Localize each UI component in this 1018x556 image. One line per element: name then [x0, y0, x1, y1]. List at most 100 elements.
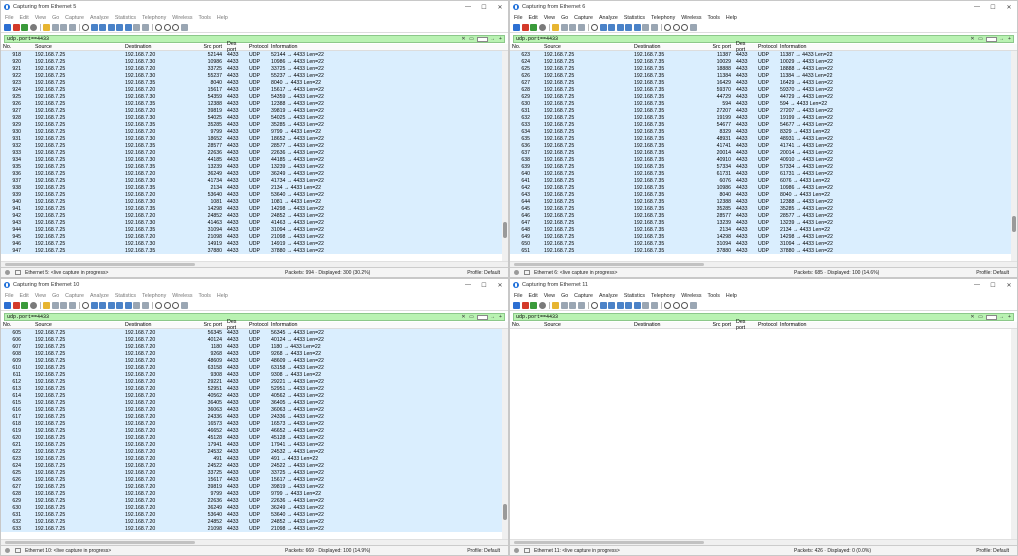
capture-options-icon[interactable] — [29, 23, 37, 31]
packet-row[interactable]: 609 192.168.7.25 192.168.7.20 48609 4433 UDP 4… — [1, 357, 508, 364]
packet-row[interactable]: 641 192.168.7.25 192.168.7.35 6076 4433 UDP 60… — [510, 177, 1017, 184]
packet-row[interactable]: 943 192.168.7.25 192.168.7.30 41463 4433 UDP 4… — [1, 219, 508, 226]
vertical-scrollbar[interactable] — [502, 329, 508, 539]
packet-row[interactable]: 648 192.168.7.25 192.168.7.35 2134 4433 UDP 21… — [510, 226, 1017, 233]
menu-item-tools[interactable]: Tools — [199, 15, 211, 21]
packet-row[interactable]: 926 192.168.7.25 192.168.7.35 12388 4433 UDP 1… — [1, 100, 508, 107]
menu-item-file[interactable]: File — [5, 293, 14, 299]
packet-row[interactable]: 938 192.168.7.25 192.168.7.35 2134 4433 UDP 21… — [1, 184, 508, 191]
add-filter-button-icon[interactable]: + — [1006, 314, 1013, 320]
filter-bookmark-icon[interactable]: ▭ — [977, 314, 984, 320]
column-header-source[interactable]: Source — [23, 44, 123, 50]
find-packet-icon[interactable] — [591, 301, 598, 309]
display-filter-bar[interactable]: udp.port==4433 ✕ ▭ → + — [4, 35, 505, 43]
menu-item-help[interactable]: Help — [217, 293, 228, 299]
close-button[interactable]: ✕ — [1001, 1, 1017, 13]
packet-row[interactable]: 631 192.168.7.25 192.168.7.35 27207 4433 UDP 2… — [510, 107, 1017, 114]
menu-item-statistics[interactable]: Statistics — [115, 293, 136, 299]
menu-item-edit[interactable]: Edit — [529, 15, 538, 21]
packet-row[interactable]: 627 192.168.7.25 192.168.7.35 16429 4433 UDP 1… — [510, 79, 1017, 86]
packet-list[interactable]: 918 192.168.7.25 192.168.7.20 52144 4433 UDP 5… — [1, 51, 508, 261]
colorize-icon[interactable] — [141, 23, 149, 31]
packet-row[interactable]: 928 192.168.7.25 192.168.7.30 54025 4433 UDP 5… — [1, 114, 508, 121]
last-packet-icon[interactable] — [633, 23, 641, 31]
menu-item-telephony[interactable]: Telephony — [651, 15, 675, 21]
go-forward-icon[interactable] — [608, 23, 615, 31]
packet-row[interactable]: 625 192.168.7.25 192.168.7.35 18888 4433 UDP 1… — [510, 65, 1017, 72]
go-to-packet-icon[interactable] — [107, 23, 115, 31]
packet-row[interactable]: 610 192.168.7.25 192.168.7.20 63158 4433 UDP 6… — [1, 364, 508, 371]
menu-item-go[interactable]: Go — [561, 293, 568, 299]
packet-row[interactable]: 932 192.168.7.25 192.168.7.35 28577 4433 UDP 2… — [1, 142, 508, 149]
stop-capture-icon[interactable] — [521, 23, 529, 31]
menu-item-go[interactable]: Go — [561, 15, 568, 21]
open-file-icon[interactable] — [552, 301, 559, 309]
column-header-protocol[interactable]: Protocol — [756, 44, 778, 50]
packet-row[interactable]: 646 192.168.7.25 192.168.7.35 28577 4433 UDP 2… — [510, 212, 1017, 219]
capture-comment-icon[interactable] — [524, 548, 530, 553]
first-packet-icon[interactable] — [116, 23, 123, 31]
restart-capture-icon[interactable] — [530, 301, 537, 309]
menu-item-go[interactable]: Go — [52, 15, 59, 21]
packet-list[interactable]: 605 192.168.7.25 192.168.7.20 56345 4433 UDP 5… — [1, 329, 508, 539]
clear-filter-icon[interactable]: ✕ — [460, 314, 467, 320]
last-packet-icon[interactable] — [124, 23, 132, 31]
packet-row[interactable]: 639 192.168.7.25 192.168.7.35 57334 4433 UDP 5… — [510, 163, 1017, 170]
packet-row[interactable]: 942 192.168.7.25 192.168.7.20 24852 4433 UDP 2… — [1, 212, 508, 219]
vertical-scroll-thumb[interactable] — [503, 222, 507, 238]
colorize-icon[interactable] — [650, 23, 658, 31]
status-profile-text[interactable]: Profile: Default — [944, 270, 1017, 276]
expert-info-icon[interactable] — [5, 270, 10, 275]
apply-filter-icon[interactable]: → — [489, 36, 496, 42]
packet-row[interactable]: 607 192.168.7.25 192.168.7.20 1180 4433 UDP 11… — [1, 343, 508, 350]
packet-row[interactable]: 930 192.168.7.25 192.168.7.20 9799 4433 UDP 97… — [1, 128, 508, 135]
menu-item-view[interactable]: View — [544, 293, 555, 299]
packet-row[interactable]: 612 192.168.7.25 192.168.7.20 29221 4433 UDP 2… — [1, 378, 508, 385]
capture-options-icon[interactable] — [29, 301, 37, 309]
packet-row[interactable]: 918 192.168.7.25 192.168.7.20 52144 4433 UDP 5… — [1, 51, 508, 58]
menu-item-help[interactable]: Help — [726, 293, 737, 299]
packet-row[interactable]: 931 192.168.7.25 192.168.7.30 18652 4433 UDP 1… — [1, 135, 508, 142]
stop-capture-icon[interactable] — [12, 301, 20, 309]
start-capture-icon[interactable] — [4, 23, 11, 31]
column-header-protocol[interactable]: Protocol — [756, 322, 778, 328]
menu-item-telephony[interactable]: Telephony — [142, 15, 166, 21]
menu-item-capture[interactable]: Capture — [65, 293, 84, 299]
zoom-in-icon[interactable] — [155, 23, 162, 31]
close-file-icon[interactable] — [60, 301, 67, 309]
menu-item-capture[interactable]: Capture — [574, 293, 593, 299]
restart-capture-icon[interactable] — [21, 23, 28, 31]
apply-filter-icon[interactable]: → — [489, 314, 496, 320]
packet-row[interactable]: 924 192.168.7.25 192.168.7.20 15617 4433 UDP 1… — [1, 86, 508, 93]
packet-row[interactable]: 623 192.168.7.25 192.168.7.35 11387 4433 UDP 1… — [510, 51, 1017, 58]
packet-row[interactable]: 628 192.168.7.25 192.168.7.20 9799 4433 UDP 97… — [1, 490, 508, 497]
clear-filter-icon[interactable]: ✕ — [460, 36, 467, 42]
open-file-icon[interactable] — [43, 301, 50, 309]
packet-row[interactable]: 946 192.168.7.25 192.168.7.30 14919 4433 UDP 1… — [1, 240, 508, 247]
menu-item-tools[interactable]: Tools — [708, 15, 720, 21]
find-packet-icon[interactable] — [82, 23, 89, 31]
menu-item-file[interactable]: File — [514, 293, 523, 299]
close-file-icon[interactable] — [569, 23, 576, 31]
normal-size-icon[interactable] — [681, 301, 688, 309]
reload-icon[interactable] — [577, 301, 585, 309]
column-header-src-port[interactable]: Src port — [195, 44, 225, 50]
menu-item-analyze[interactable]: Analyze — [599, 15, 618, 21]
horizontal-scroll-thumb[interactable] — [5, 541, 195, 544]
go-forward-icon[interactable] — [99, 23, 106, 31]
save-file-icon[interactable] — [51, 301, 59, 309]
zoom-in-icon[interactable] — [664, 301, 671, 309]
stop-capture-icon[interactable] — [12, 23, 20, 31]
clear-filter-icon[interactable]: ✕ — [969, 36, 976, 42]
menu-item-telephony[interactable]: Telephony — [142, 293, 166, 299]
normal-size-icon[interactable] — [172, 301, 179, 309]
status-profile-text[interactable]: Profile: Default — [435, 548, 508, 554]
minimize-button[interactable]: — — [460, 279, 476, 291]
minimize-button[interactable]: — — [460, 1, 476, 13]
column-header-destination[interactable]: Destination — [123, 322, 195, 328]
packet-row[interactable]: 933 192.168.7.25 192.168.7.20 22636 4433 UDP 2… — [1, 149, 508, 156]
menu-item-wireless[interactable]: Wireless — [681, 15, 701, 21]
packet-row[interactable]: 937 192.168.7.25 192.168.7.30 41734 4433 UDP 4… — [1, 177, 508, 184]
capture-comment-icon[interactable] — [524, 270, 530, 275]
column-header-protocol[interactable]: Protocol — [247, 44, 269, 50]
